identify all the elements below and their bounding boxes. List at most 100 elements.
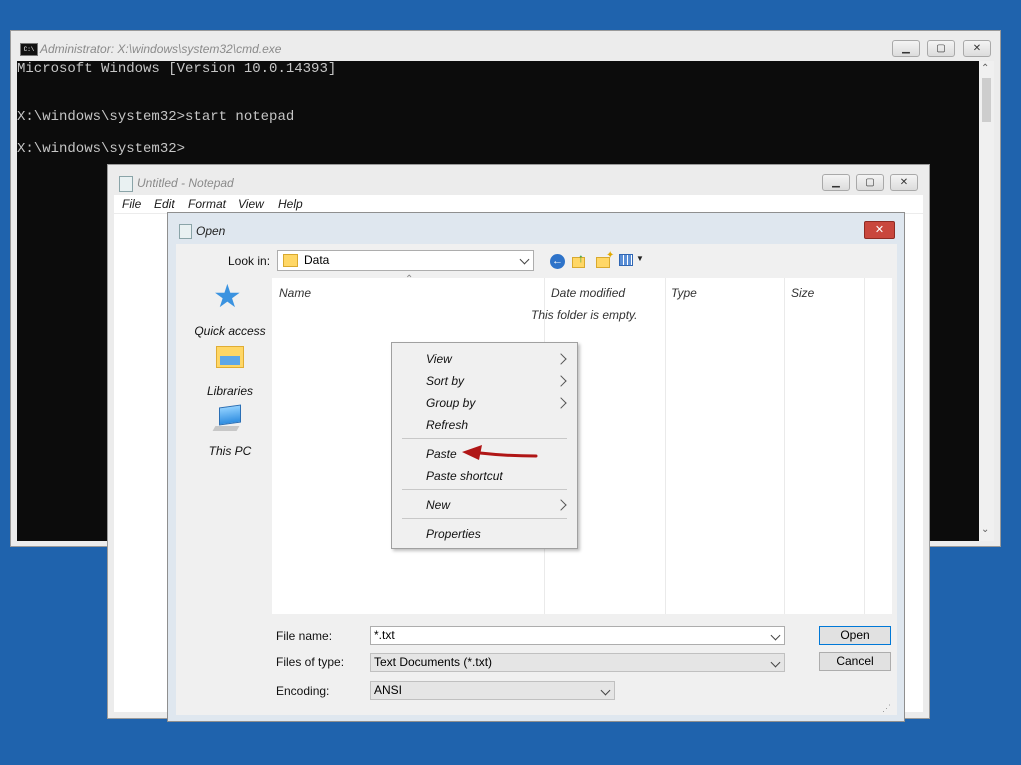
files-of-type-label: Files of type: xyxy=(276,655,345,669)
arrow-shaft xyxy=(478,451,538,458)
quick-access-place[interactable]: ★ Quick access xyxy=(182,278,278,342)
arrow-head-icon xyxy=(462,445,482,460)
context-menu-view[interactable]: View xyxy=(392,349,577,369)
sort-up-icon: ⌃ xyxy=(405,274,414,285)
open-button[interactable]: Open xyxy=(819,626,891,645)
column-name[interactable]: Name xyxy=(279,286,311,300)
column-separator xyxy=(665,278,666,614)
cmd-line-command: X:\windows\system32>start notepad xyxy=(17,109,295,125)
menu-edit[interactable]: Edit xyxy=(154,197,175,211)
look-in-dropdown[interactable]: Data xyxy=(277,250,534,271)
notepad-close-button[interactable]: ✕ xyxy=(890,174,918,191)
up-one-level-button[interactable]: ↑ xyxy=(572,251,590,270)
back-button[interactable]: ← xyxy=(550,254,565,269)
cmd-scrollbar[interactable]: ⌃ ⌄ xyxy=(979,61,994,541)
cmd-close-button[interactable]: ✕ xyxy=(963,40,991,57)
context-menu-properties[interactable]: Properties xyxy=(392,524,577,544)
empty-folder-message: This folder is empty. xyxy=(531,308,638,322)
scroll-down-icon[interactable]: ⌄ xyxy=(981,524,989,535)
scroll-up-icon[interactable]: ⌃ xyxy=(981,63,989,74)
sparkle-icon: ✦ xyxy=(606,250,615,261)
new-folder-button[interactable]: ✦ xyxy=(596,250,615,270)
notepad-title: Untitled - Notepad xyxy=(137,176,234,190)
menu-file[interactable]: File xyxy=(122,197,141,211)
column-separator xyxy=(784,278,785,614)
this-pc-place[interactable]: This PC xyxy=(182,402,278,462)
menu-separator xyxy=(402,518,567,519)
cancel-button-label: Cancel xyxy=(836,654,874,668)
libraries-label: Libraries xyxy=(206,384,254,398)
monitor-icon xyxy=(219,404,241,426)
context-group-by-label: Group by xyxy=(426,396,476,410)
view-dropdown-icon: ▼ xyxy=(636,254,644,263)
context-new-label: New xyxy=(426,498,451,512)
file-name-input[interactable]: *.txt xyxy=(370,626,785,645)
monitor-base-icon xyxy=(212,426,240,431)
chevron-right-icon xyxy=(555,375,567,387)
open-button-label: Open xyxy=(840,628,870,642)
open-dialog-close-button[interactable]: ✕ xyxy=(864,221,895,239)
context-menu-group-by[interactable]: Group by xyxy=(392,393,577,413)
star-icon: ★ xyxy=(213,278,242,314)
files-of-type-value: Text Documents (*.txt) xyxy=(374,655,493,669)
context-menu-sort-by[interactable]: Sort by xyxy=(392,371,577,391)
cmd-maximize-button[interactable]: ▢ xyxy=(927,40,955,57)
libraries-icon-accent xyxy=(220,356,240,365)
cmd-title: Administrator: X:\windows\system32\cmd.e… xyxy=(40,42,282,56)
file-name-label: File name: xyxy=(276,629,333,643)
column-date-modified[interactable]: Date modified xyxy=(551,286,625,300)
cmd-minimize-button[interactable]: ▁ xyxy=(892,40,920,57)
chevron-right-icon xyxy=(555,353,567,365)
file-name-value: *.txt xyxy=(374,628,395,642)
up-arrow-icon: ↑ xyxy=(578,251,584,265)
notepad-menu-bar: File Edit Format View Help xyxy=(114,195,923,213)
close-icon: ✕ xyxy=(874,224,885,236)
menu-view[interactable]: View xyxy=(238,197,264,211)
view-grid-icon xyxy=(619,254,633,266)
cmd-title-bar[interactable]: C:\ Administrator: X:\windows\system32\c… xyxy=(11,31,1000,61)
dialog-notepad-icon xyxy=(179,224,192,239)
menu-format[interactable]: Format xyxy=(188,197,226,211)
context-refresh-label: Refresh xyxy=(426,418,469,432)
encoding-dropdown[interactable]: ANSI xyxy=(370,681,615,700)
context-sort-by-label: Sort by xyxy=(426,374,465,388)
resize-grip-icon[interactable]: ⋰ xyxy=(882,703,891,714)
context-menu-paste-shortcut[interactable]: Paste shortcut xyxy=(392,466,577,486)
menu-help[interactable]: Help xyxy=(278,197,303,211)
notepad-minimize-button[interactable]: ▁ xyxy=(822,174,850,191)
column-separator xyxy=(864,278,865,614)
places-bar: ★ Quick access Libraries This PC xyxy=(182,278,272,669)
libraries-place[interactable]: Libraries xyxy=(182,344,278,402)
context-menu-new[interactable]: New xyxy=(392,495,577,515)
chevron-down-icon xyxy=(519,254,530,265)
red-arrow-annotation xyxy=(462,445,538,460)
file-list[interactable]: ⌃ Name Date modified Type Size This fold… xyxy=(272,274,892,614)
back-arrow-icon: ← xyxy=(552,255,563,267)
quick-access-label: Quick access xyxy=(194,324,266,338)
files-of-type-dropdown[interactable]: Text Documents (*.txt) xyxy=(370,653,785,672)
encoding-label: Encoding: xyxy=(276,684,330,698)
open-dialog-title: Open xyxy=(196,224,226,238)
cmd-line-prompt: X:\windows\system32> xyxy=(17,141,186,157)
look-in-value: Data xyxy=(304,253,330,267)
chevron-down-icon xyxy=(770,630,781,641)
folder-icon xyxy=(283,254,298,267)
menu-separator xyxy=(402,438,567,439)
chevron-down-icon xyxy=(600,685,611,696)
view-menu-button[interactable]: ▼ xyxy=(619,254,645,269)
notepad-maximize-button[interactable]: ▢ xyxy=(856,174,884,191)
column-size[interactable]: Size xyxy=(791,286,814,300)
context-view-label: View xyxy=(426,352,452,366)
cmd-scroll-thumb[interactable] xyxy=(982,78,991,122)
chevron-right-icon xyxy=(555,397,567,409)
cmd-icon: C:\ xyxy=(20,43,38,56)
encoding-value: ANSI xyxy=(374,683,403,697)
context-paste-label: Paste xyxy=(426,447,457,461)
notepad-icon xyxy=(119,176,133,192)
this-pc-label: This PC xyxy=(208,444,252,458)
column-type[interactable]: Type xyxy=(671,286,697,300)
cancel-button[interactable]: Cancel xyxy=(819,652,891,671)
chevron-down-icon xyxy=(770,657,781,668)
context-paste-shortcut-label: Paste shortcut xyxy=(426,469,503,483)
context-menu-refresh[interactable]: Refresh xyxy=(392,415,577,435)
